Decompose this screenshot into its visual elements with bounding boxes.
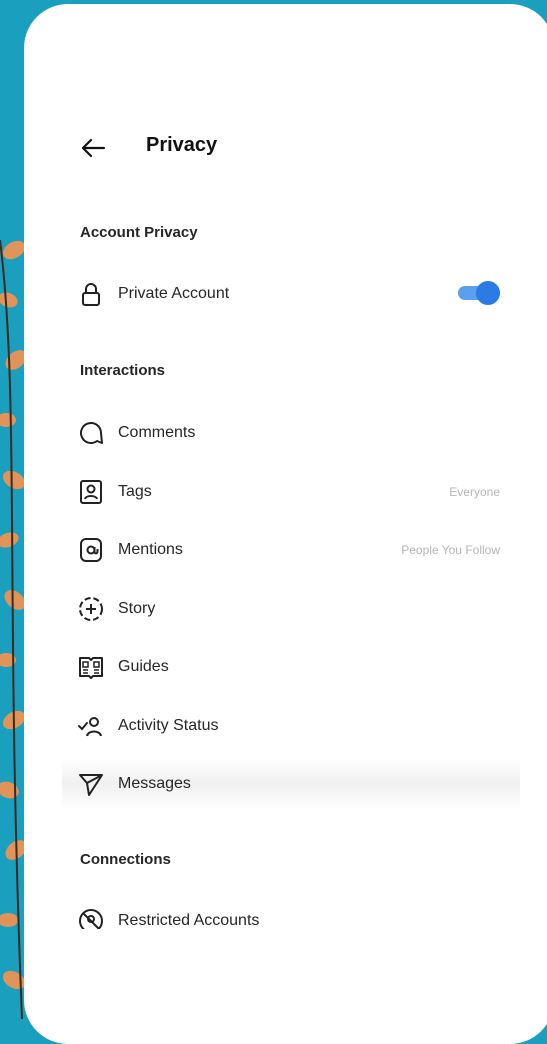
guides-row[interactable]: Guides — [62, 642, 520, 692]
page-title: Privacy — [146, 134, 218, 156]
story-label: Story — [118, 600, 156, 617]
private-account-label: Private Account — [118, 285, 230, 302]
activity-status-icon — [78, 717, 102, 737]
back-arrow-icon[interactable] — [79, 134, 107, 162]
header: Privacy — [62, 122, 520, 172]
private-account-toggle[interactable] — [458, 281, 500, 305]
guides-label: Guides — [118, 658, 169, 675]
tag-person-icon — [80, 480, 102, 504]
messages-label: Messages — [118, 775, 191, 792]
tags-row[interactable]: Tags Everyone — [62, 467, 520, 517]
settings-card: Privacy Account Privacy Private Account … — [24, 4, 547, 1044]
tags-label: Tags — [118, 483, 152, 500]
comments-row[interactable]: Comments — [62, 408, 520, 458]
restricted-accounts-row[interactable]: Restricted Accounts — [62, 896, 520, 929]
guides-icon — [79, 657, 103, 679]
story-row[interactable]: Story — [62, 584, 520, 634]
activity-status-label: Activity Status — [118, 717, 219, 734]
lock-icon — [82, 283, 100, 306]
messages-row[interactable]: Messages — [62, 759, 520, 809]
section-connections: Connections — [80, 851, 171, 868]
section-account-privacy: Account Privacy — [80, 224, 198, 241]
privacy-screen: Privacy Account Privacy Private Account … — [62, 4, 520, 929]
restricted-accounts-label: Restricted Accounts — [118, 912, 260, 929]
mentions-label: Mentions — [118, 541, 183, 558]
section-interactions: Interactions — [80, 362, 166, 379]
send-icon — [79, 774, 103, 796]
story-add-icon — [79, 597, 103, 621]
at-icon — [80, 538, 102, 562]
private-account-row[interactable]: Private Account — [62, 269, 520, 319]
mentions-row[interactable]: Mentions People You Follow — [62, 525, 520, 575]
comments-label: Comments — [118, 424, 196, 441]
mentions-value: People You Follow — [401, 543, 500, 557]
activity-status-row[interactable]: Activity Status — [62, 701, 520, 751]
comment-icon — [80, 422, 103, 444]
restricted-icon — [79, 909, 103, 929]
tags-value: Everyone — [449, 485, 500, 499]
